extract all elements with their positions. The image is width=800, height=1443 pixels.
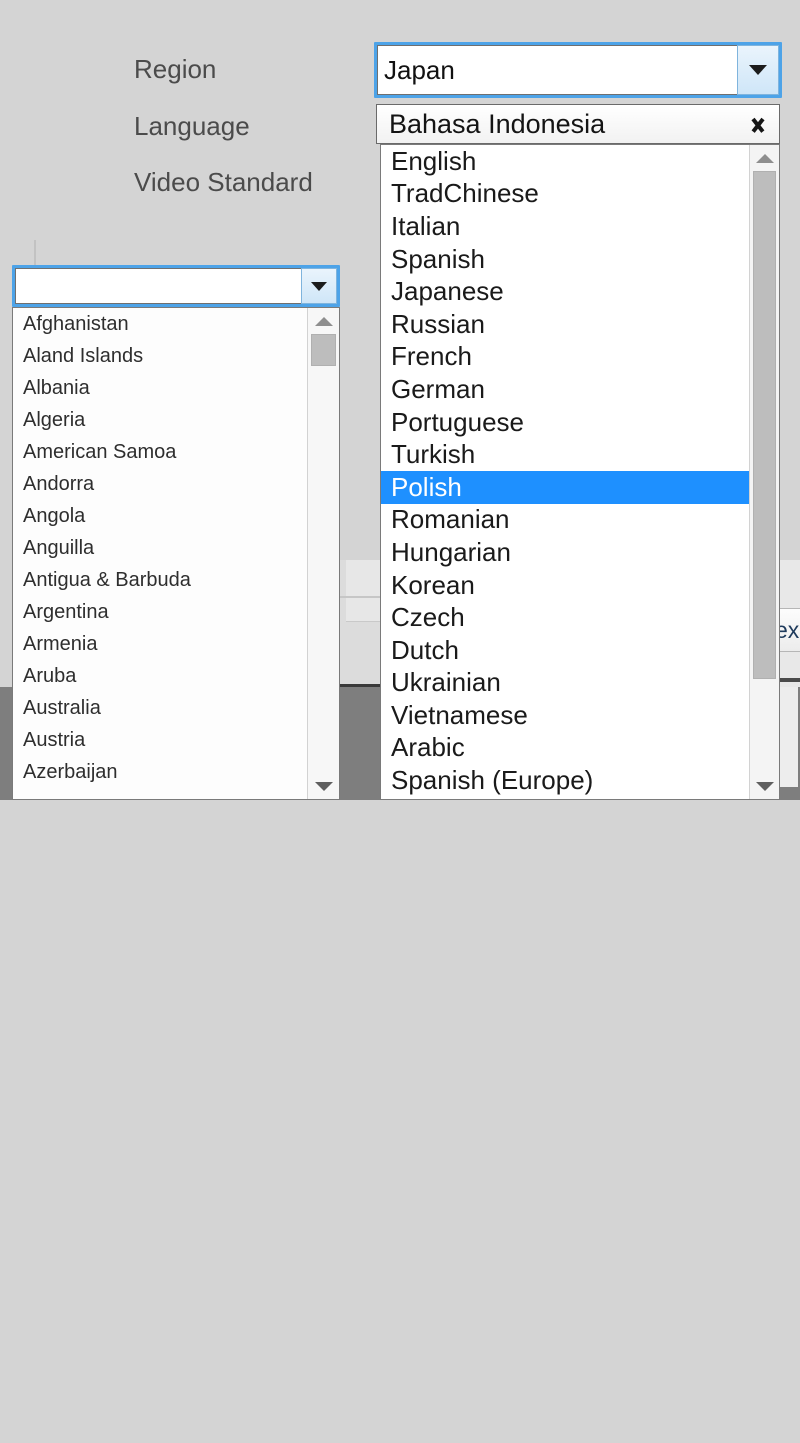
region-dropdown-button[interactable] [737, 45, 779, 95]
country-option[interactable]: Anguilla [13, 532, 307, 564]
language-list-scrollbar[interactable] [749, 145, 779, 799]
language-option[interactable]: Dutch [381, 634, 749, 667]
language-option-list[interactable]: English TradChinese Italian Spanish Japa… [380, 144, 780, 800]
country-option[interactable]: Austria [13, 724, 307, 756]
country-option[interactable]: Algeria [13, 404, 307, 436]
triangle-down-icon [749, 65, 767, 75]
language-option[interactable]: Japanese [381, 275, 749, 308]
country-option[interactable]: Albania [13, 372, 307, 404]
country-option[interactable]: Armenia [13, 628, 307, 660]
country-option[interactable]: Australia [13, 692, 307, 724]
country-option[interactable]: Aruba [13, 660, 307, 692]
language-option[interactable]: Spanish (Europe) [381, 764, 749, 797]
region-combobox[interactable]: Japan [374, 42, 782, 98]
scroll-down-arrow-icon[interactable] [750, 775, 779, 797]
language-option[interactable]: Spanish [381, 243, 749, 276]
country-list-scrollbar[interactable] [307, 308, 339, 799]
language-option[interactable]: Portuguese [381, 406, 749, 439]
language-option[interactable]: English [381, 145, 749, 178]
language-option-column: English TradChinese Italian Spanish Japa… [381, 145, 749, 799]
chevron-down-icon [747, 118, 769, 131]
country-option[interactable]: Antigua & Barbuda [13, 564, 307, 596]
language-option[interactable]: Vietnamese [381, 699, 749, 732]
language-option[interactable]: TradChinese [381, 178, 749, 211]
background-seam [336, 596, 380, 598]
language-scrollbar-thumb[interactable] [753, 171, 776, 679]
language-select[interactable]: Bahasa Indonesia [376, 104, 780, 144]
language-option[interactable]: Arabic [381, 732, 749, 765]
country-option[interactable]: Azerbaijan [13, 756, 307, 788]
country-scrollbar-thumb[interactable] [311, 334, 336, 366]
language-option[interactable]: Romanian [381, 504, 749, 537]
country-combobox[interactable] [12, 265, 340, 307]
language-option[interactable]: French [381, 341, 749, 374]
language-option[interactable]: Ukrainian [381, 667, 749, 700]
language-option[interactable]: Russian [381, 308, 749, 341]
video-standard-label: Video Standard [134, 167, 313, 198]
country-search-input[interactable] [15, 268, 301, 304]
language-option[interactable]: Turkish [381, 438, 749, 471]
language-option-selected[interactable]: Polish [381, 471, 749, 504]
country-option[interactable]: Aland Islands [13, 340, 307, 372]
language-option[interactable]: German [381, 373, 749, 406]
language-option[interactable]: Korean [381, 569, 749, 602]
region-input[interactable]: Japan [377, 45, 737, 95]
language-label: Language [134, 111, 250, 142]
country-option[interactable]: Angola [13, 500, 307, 532]
language-option[interactable]: Hungarian [381, 536, 749, 569]
country-option-list[interactable]: Afghanistan Aland Islands Albania Algeri… [12, 307, 340, 800]
language-option[interactable]: Czech [381, 601, 749, 634]
language-option[interactable]: Italian [381, 210, 749, 243]
country-option-column: Afghanistan Aland Islands Albania Algeri… [13, 308, 307, 799]
country-option[interactable]: American Samoa [13, 436, 307, 468]
country-option[interactable]: Afghanistan [13, 308, 307, 340]
country-dropdown-button[interactable] [301, 268, 337, 304]
scroll-up-arrow-icon[interactable] [750, 147, 779, 169]
language-select-value: Bahasa Indonesia [389, 109, 747, 140]
background-middle-panel-inner [346, 560, 380, 622]
scroll-up-arrow-icon[interactable] [308, 310, 339, 332]
triangle-down-icon [311, 282, 327, 291]
scroll-down-arrow-icon[interactable] [308, 775, 339, 797]
country-option[interactable]: Andorra [13, 468, 307, 500]
country-option[interactable]: Argentina [13, 596, 307, 628]
region-label: Region [134, 54, 216, 85]
